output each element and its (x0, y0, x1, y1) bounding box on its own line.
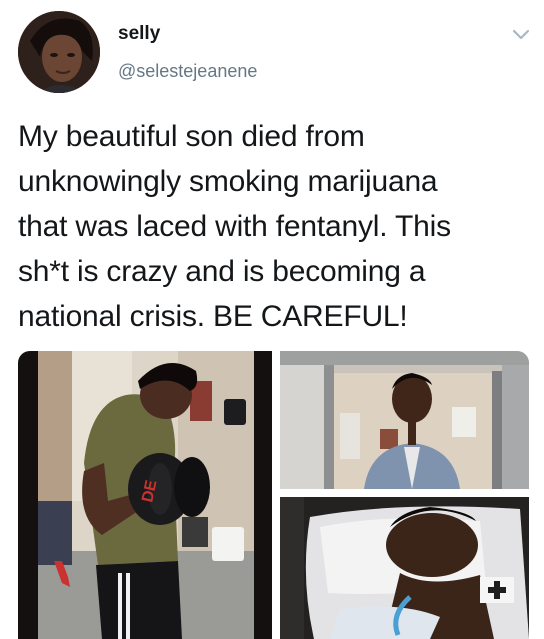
user-handle[interactable]: @selestejeanene (118, 61, 257, 82)
tweet-photo-3[interactable] (280, 497, 529, 639)
chevron-down-icon[interactable] (508, 24, 534, 44)
tweet-photo-1[interactable]: DE (18, 351, 272, 639)
avatar-photo (18, 11, 100, 93)
media-grid: DE (18, 351, 529, 639)
display-name[interactable]: selly (118, 23, 160, 45)
tweet-text: My beautiful son died from unknowingly s… (18, 120, 451, 333)
tweet-photo-2[interactable] (280, 351, 529, 489)
avatar[interactable] (18, 11, 100, 93)
